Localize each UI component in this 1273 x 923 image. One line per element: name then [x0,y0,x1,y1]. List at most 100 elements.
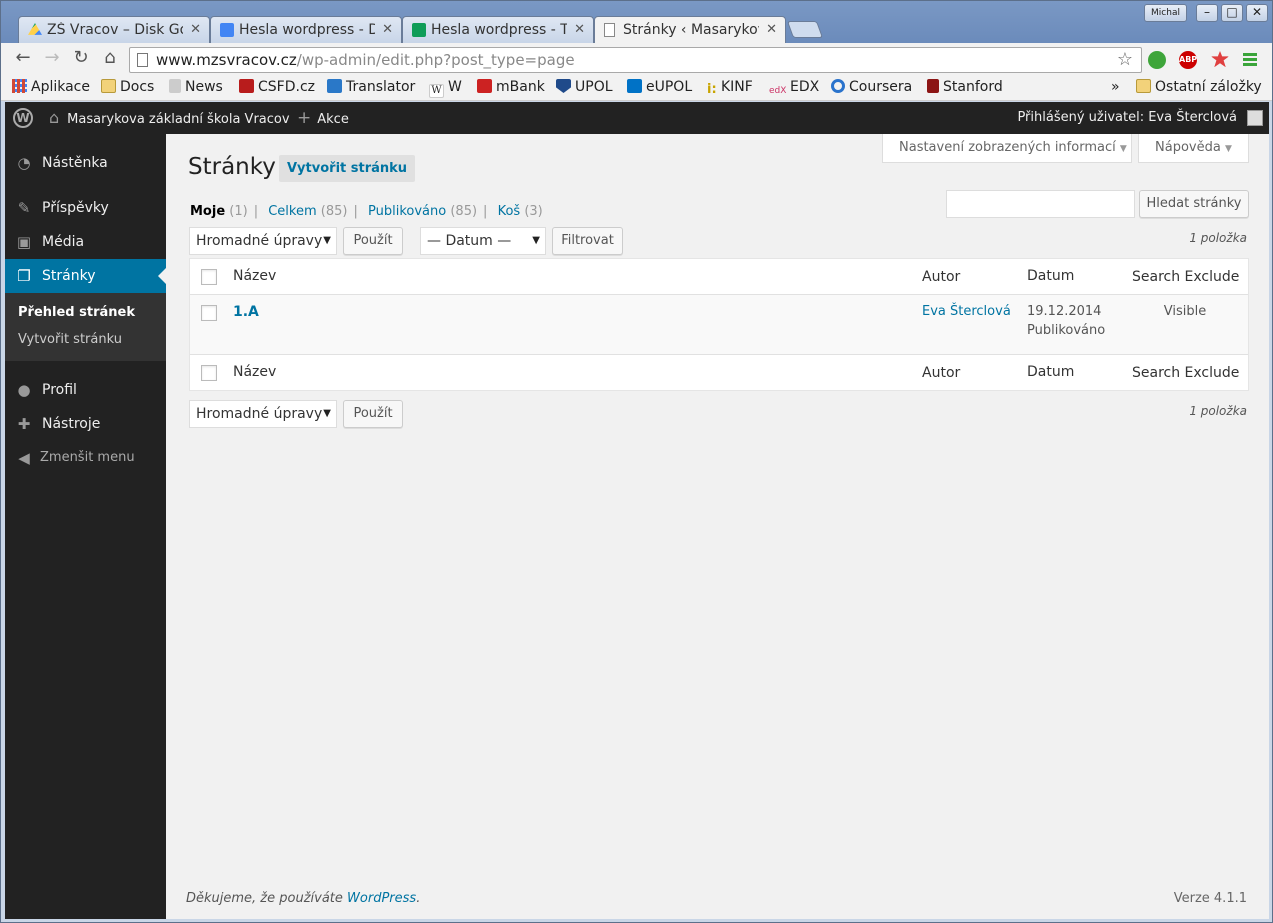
extension-icon[interactable] [1211,51,1229,68]
tab-docs[interactable]: Hesla wordpress - D ✕ [210,16,402,43]
my-account-link[interactable]: Přihlášený uživatel: Eva Šterclová [1017,102,1237,134]
chevron-down-icon: ▼ [1224,144,1232,154]
view-published[interactable]: Publikováno (85) [368,204,477,219]
column-title[interactable]: Název [233,364,276,380]
bookmark-eupol[interactable]: eUPOL [627,79,692,95]
folder-icon [1136,79,1151,93]
adblock-icon[interactable]: ABP [1179,51,1197,69]
bulk-actions-select-bottom[interactable]: Hromadné úpravy ▼ [189,400,337,428]
bookmark-edx[interactable]: edX EDX [769,79,819,98]
maximize-button[interactable]: □ [1221,4,1243,22]
home-icon[interactable]: ⌂ [98,47,122,71]
footer-version: Verze 4.1.1 [1173,891,1247,906]
select-all-checkbox[interactable] [201,365,217,381]
collapse-menu-button[interactable]: ◀ Zmenšit menu [5,441,166,475]
new-content-link[interactable]: + Akce [297,102,349,134]
sidebar-item-dashboard[interactable]: ◔ Nástěnka [5,146,166,180]
tab-sheets[interactable]: Hesla wordpress - T ✕ [402,16,594,43]
new-tab-button[interactable] [786,21,824,38]
close-window-button[interactable]: ✕ [1246,4,1268,22]
submenu-all-pages[interactable]: Přehled stránek [18,305,135,320]
chevron-down-icon: ▼ [1119,144,1127,154]
column-author: Autor [922,269,961,285]
bookmark-wikipedia[interactable]: WW [429,79,462,98]
star-icon[interactable]: ☆ [1117,48,1133,72]
help-button[interactable]: Nápověda ▼ [1138,134,1249,163]
close-icon[interactable]: ✕ [382,22,393,37]
pages-submenu: Přehled stránek Vytvořit stránku [5,293,166,361]
sidebar-item-tools[interactable]: ✚ Nástroje [5,407,166,441]
bookmark-coursera[interactable]: Coursera [831,79,912,95]
close-icon[interactable]: ✕ [190,22,201,37]
date-filter-select[interactable]: — Datum — ▼ [420,227,546,255]
apply-button[interactable]: Použít [343,227,403,255]
sidebar-item-profile[interactable]: ● Profil [5,373,166,407]
tab-strip: ZŠ Vracov – Disk Go ✕ Hesla wordpress - … [1,1,1272,43]
add-new-page-button[interactable]: Vytvořit stránku [279,155,416,182]
tab-stranky[interactable]: Stránky ‹ Masarykov ✕ [594,16,786,43]
view-trash[interactable]: Koš (3) [498,204,543,219]
submenu-add-page[interactable]: Vytvořit stránku [18,332,122,347]
google-sheets-icon [412,23,426,37]
select-all-checkbox[interactable] [201,269,217,285]
apps-grid-icon [12,79,27,93]
bookmark-mbank[interactable]: mBank [477,79,545,95]
search-pages-button[interactable]: Hledat stránky [1139,190,1249,218]
apply-button-bottom[interactable]: Použít [343,400,403,428]
sidebar-item-posts[interactable]: ✎ Příspěvky [5,191,166,225]
page-title-link[interactable]: 1.A [233,304,259,320]
bookmark-translator[interactable]: Translator [327,79,415,95]
table-footer: Název Autor Datum Search Exclude [190,355,1248,391]
bookmark-docs[interactable]: Docs [101,79,154,95]
close-icon[interactable]: ✕ [574,22,585,37]
avatar[interactable] [1247,110,1263,126]
bookmark-aplikace[interactable]: Aplikace [12,79,90,95]
bookmark-news[interactable]: News [169,79,223,95]
column-author: Autor [922,365,961,381]
bookmark-csfd[interactable]: CSFD.cz [239,79,315,95]
reload-icon[interactable]: ↻ [69,47,93,71]
close-icon[interactable]: ✕ [766,22,777,37]
evernote-icon[interactable] [1148,51,1166,69]
view-mine[interactable]: Moje (1) [190,204,248,219]
column-date[interactable]: Datum [1027,364,1074,380]
tab-disk[interactable]: ZŠ Vracov – Disk Go ✕ [18,16,210,43]
mbank-icon [477,79,492,93]
column-date[interactable]: Datum [1027,268,1074,284]
pages-table: Název Autor Datum Search Exclude 1.A Eva… [189,258,1249,391]
wordpress-logo-icon[interactable]: W [13,108,33,128]
items-count: 1 položka [1189,231,1247,245]
search-input[interactable] [946,190,1135,218]
filter-button[interactable]: Filtrovat [552,227,623,255]
sidebar-item-pages[interactable]: ❐ Stránky [5,259,166,293]
author-link[interactable]: Eva Šterclová [922,304,1011,319]
browser-window: ZŠ Vracov – Disk Go ✕ Hesla wordpress - … [0,0,1273,923]
sidebar-item-media[interactable]: ▣ Média [5,225,166,259]
main-content: Nastavení zobrazených informací ▼ Nápově… [166,134,1269,919]
back-icon[interactable]: ← [11,47,35,71]
minimize-button[interactable]: – [1196,4,1218,22]
row-checkbox[interactable] [201,305,217,321]
table-row[interactable]: 1.A Eva Šterclová 19.12.2014 Publikováno… [190,295,1248,355]
outlook-icon [627,79,642,93]
bulk-actions-select[interactable]: Hromadné úpravy ▼ [189,227,337,255]
forward-icon[interactable]: → [40,47,64,71]
row-search-exclude: Visible [1163,304,1207,319]
menu-icon[interactable] [1243,53,1257,67]
address-bar[interactable]: www.mzsvracov.cz/wp-admin/edit.php?post_… [129,47,1142,73]
bookmark-stanford[interactable]: Stanford [927,79,1003,95]
bookmarks-overflow-button[interactable]: » [1111,79,1120,95]
news-icon [169,79,181,93]
page-title: Stránky [188,154,276,180]
column-title[interactable]: Název [233,268,276,284]
dropdown-arrow-icon: ▼ [323,408,331,419]
other-bookmarks[interactable]: Ostatní záložky [1136,79,1262,95]
site-name-link[interactable]: ⌂ Masarykova základní škola Vracov [49,102,290,134]
page-icon [604,23,615,37]
screen-options-button[interactable]: Nastavení zobrazených informací ▼ [882,134,1132,163]
bookmark-upol[interactable]: UPOL [556,79,613,95]
profile-badge[interactable]: Michal [1144,4,1187,22]
view-all[interactable]: Celkem (85) [268,204,347,219]
wordpress-link[interactable]: WordPress [347,891,416,906]
bookmark-kinf[interactable]: i: KINF [707,79,753,97]
